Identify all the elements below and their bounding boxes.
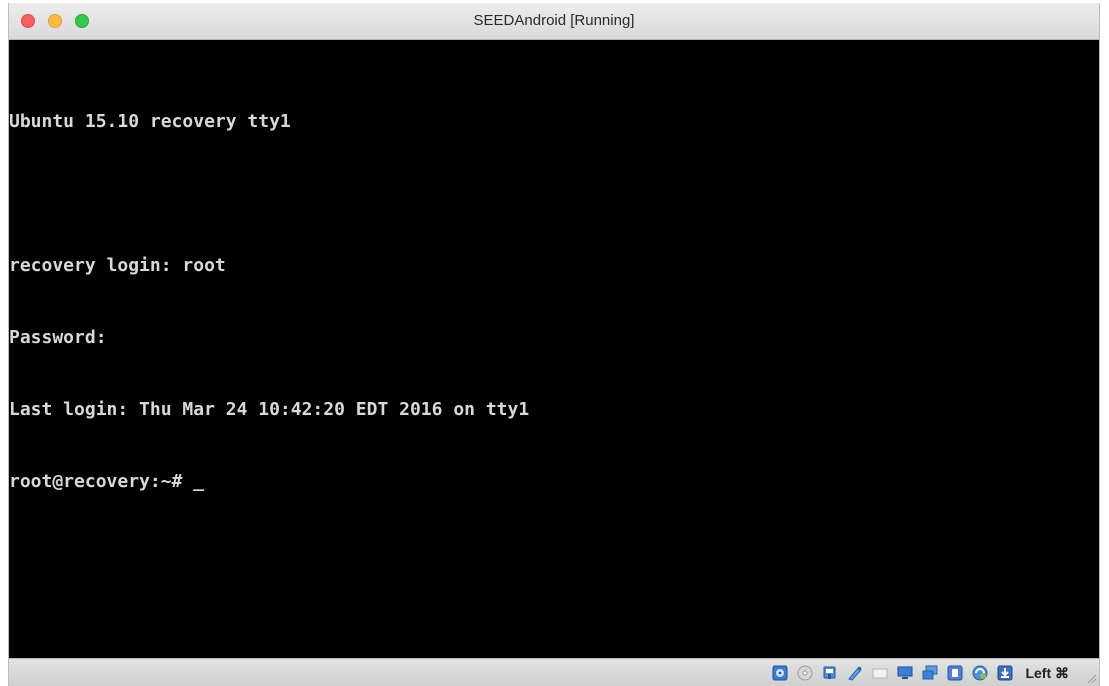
host-key-indicator[interactable]: Left ⌘ [1025, 665, 1069, 682]
usb-icon[interactable] [871, 664, 889, 682]
hard-disk-icon[interactable] [771, 664, 789, 682]
vm-status-bar: Left ⌘ [9, 658, 1099, 686]
console-line: recovery login: root [9, 255, 226, 276]
window-title: SEEDAndroid [Running] [473, 12, 635, 29]
vm-window: SEEDAndroid [Running] Ubuntu 15.10 recov… [8, 3, 1100, 686]
console-output: Ubuntu 15.10 recovery tty1 recovery logi… [9, 62, 529, 542]
network-icon[interactable] [846, 664, 864, 682]
device-status-icons: Left ⌘ [771, 663, 1069, 683]
video-capture-icon[interactable] [946, 664, 964, 682]
shared-folders-icon[interactable] [896, 664, 914, 682]
console-line: Password: [9, 327, 107, 348]
mouse-integration-icon[interactable] [996, 664, 1014, 682]
vm-console-screen[interactable]: Ubuntu 15.10 recovery tty1 recovery logi… [9, 40, 1099, 658]
display-icon[interactable] [921, 664, 939, 682]
shell-prompt: root@recovery:~# [9, 471, 194, 492]
text-cursor: _ [193, 471, 205, 492]
optical-drive-icon[interactable] [796, 664, 814, 682]
audio-icon[interactable] [821, 664, 839, 682]
resize-grip-icon[interactable] [1086, 673, 1096, 683]
console-line: Last login: Thu Mar 24 10:42:20 EDT 2016… [9, 399, 530, 420]
console-line: Ubuntu 15.10 recovery tty1 [9, 111, 291, 132]
console-prompt-line[interactable]: root@recovery:~# _ [9, 470, 529, 494]
title-bar[interactable]: SEEDAndroid [Running] [9, 3, 1099, 40]
virtualization-icon[interactable] [971, 664, 989, 682]
